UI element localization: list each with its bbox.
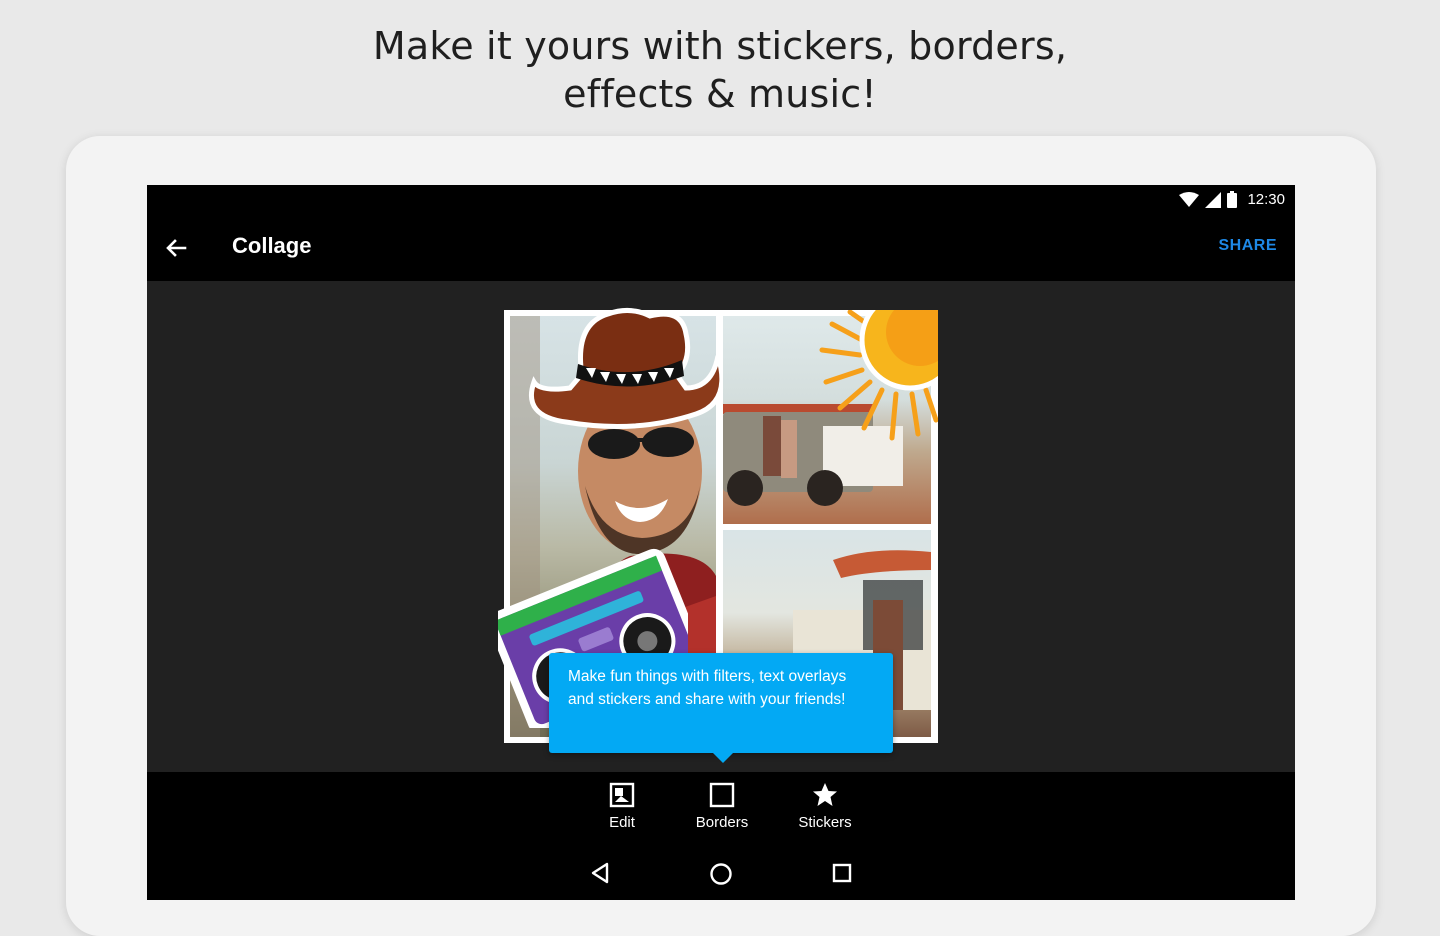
back-triangle-icon	[591, 862, 609, 884]
promo-headline: Make it yours with stickers, borders, ef…	[0, 22, 1440, 118]
star-icon	[813, 783, 837, 806]
tool-stickers[interactable]: Stickers	[780, 782, 870, 831]
share-button[interactable]: SHARE	[1218, 237, 1277, 255]
nav-back-button[interactable]	[589, 862, 611, 889]
app-title: Collage	[232, 233, 312, 258]
nav-home-button[interactable]	[709, 862, 733, 891]
app-bar: Collage SHARE	[147, 215, 1295, 281]
arrow-back-icon	[166, 239, 187, 257]
nav-recents-button[interactable]	[831, 862, 853, 889]
edit-image-icon	[609, 782, 635, 808]
recents-square-icon	[832, 863, 852, 883]
tool-edit-label: Edit	[609, 814, 635, 831]
back-button[interactable]	[161, 233, 191, 263]
tool-borders-label: Borders	[695, 814, 749, 831]
cowboy-hat-sticker[interactable]	[526, 304, 726, 434]
battery-icon	[1227, 191, 1238, 208]
headline-line-1: Make it yours with stickers, borders,	[372, 24, 1068, 68]
tool-borders[interactable]: Borders	[677, 782, 767, 831]
borders-square-icon	[709, 782, 735, 808]
tooltip-text: Make fun things with filters, text overl…	[568, 668, 847, 708]
home-circle-icon	[710, 863, 732, 885]
device-screen: 12:30 Collage SHARE Make fun things with…	[147, 185, 1295, 900]
headline-line-2: effects & music!	[563, 72, 877, 116]
tooltip-pointer	[713, 753, 733, 763]
signal-icon	[1205, 191, 1222, 208]
status-bar: 12:30	[147, 185, 1295, 215]
status-time: 12:30	[1247, 191, 1285, 208]
sun-sticker[interactable]	[800, 310, 938, 450]
bottom-toolbar: Edit Borders Stickers	[147, 772, 1295, 900]
wifi-icon	[1179, 191, 1200, 207]
tool-edit[interactable]: Edit	[577, 782, 667, 831]
tool-stickers-label: Stickers	[798, 814, 852, 831]
feature-tooltip[interactable]: Make fun things with filters, text overl…	[549, 653, 893, 763]
